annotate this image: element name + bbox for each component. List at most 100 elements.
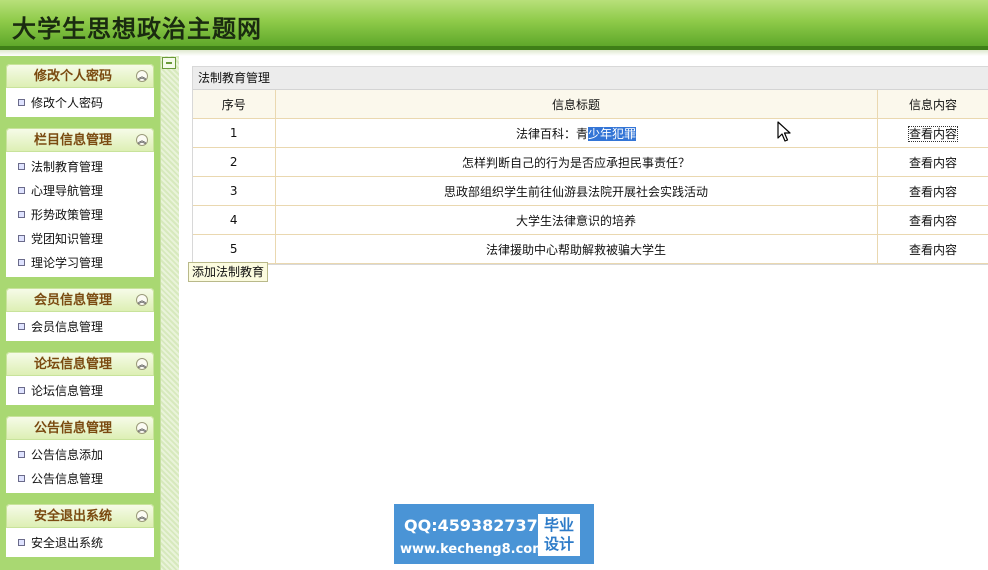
watermark-qq: QQ:459382737 (404, 516, 538, 535)
watermark-badge: 毕业 设计 (538, 514, 580, 556)
site-title: 大学生思想政治主题网 (12, 14, 262, 43)
sidebar-item-label: 理论学习管理 (31, 256, 104, 270)
view-content-link[interactable]: 查看内容 (909, 214, 957, 228)
menu-group-header[interactable]: 论坛信息管理 ︽ (6, 352, 154, 376)
menu-group-title: 论坛信息管理 (33, 357, 112, 372)
view-content-link[interactable]: 查看内容 (909, 156, 957, 170)
bullet-icon (18, 475, 25, 482)
collapse-sidebar-icon[interactable] (162, 57, 176, 69)
bullet-icon (18, 539, 25, 546)
view-content-link[interactable]: 查看内容 (907, 125, 959, 142)
menu-group-title: 安全退出系统 (33, 509, 112, 524)
info-table: 序号 信息标题 信息内容 1 法律百科：青少年犯罪 查看内容 2 怎样判断自己的… (193, 90, 988, 264)
row-title: 大学生法律意识的培养 (275, 205, 878, 235)
sidebar-item-manage-announcements[interactable]: 公告信息管理 (6, 467, 154, 491)
bullet-icon (18, 99, 25, 106)
sidebar-item-label: 党团知识管理 (31, 232, 104, 246)
bullet-icon (18, 235, 25, 242)
menu-group-title: 栏目信息管理 (33, 133, 112, 148)
collapse-icon[interactable]: ︽ (136, 358, 148, 370)
menu-group-header[interactable]: 会员信息管理 ︽ (6, 288, 154, 312)
sidebar-item-party-knowledge[interactable]: 党团知识管理 (6, 227, 154, 251)
bullet-icon (18, 211, 25, 218)
sidebar-item-psychology[interactable]: 心理导航管理 (6, 179, 154, 203)
row-index: 1 (193, 118, 276, 148)
sidebar-item-logout[interactable]: 安全退出系统 (6, 531, 154, 555)
sidebar-item-forum[interactable]: 论坛信息管理 (6, 379, 154, 403)
bullet-icon (18, 187, 25, 194)
column-header-title: 信息标题 (275, 90, 878, 119)
row-action: 查看内容 (877, 205, 988, 235)
view-content-link[interactable]: 查看内容 (909, 185, 957, 199)
row-index: 5 (193, 234, 276, 264)
menu-group-header[interactable]: 公告信息管理 ︽ (6, 416, 154, 440)
menu-group-title: 公告信息管理 (33, 421, 112, 436)
table-header-row: 序号 信息标题 信息内容 (193, 90, 988, 119)
column-header-content: 信息内容 (877, 90, 988, 119)
view-content-link[interactable]: 查看内容 (909, 243, 957, 257)
row-title: 思政部组织学生前往仙游县法院开展社会实践活动 (275, 176, 878, 206)
header-bar: 大学生思想政治主题网 (0, 0, 988, 50)
sidebar-item-label: 法制教育管理 (31, 160, 104, 174)
table-row: 1 法律百科：青少年犯罪 查看内容 (193, 118, 988, 148)
row-index: 2 (193, 147, 276, 177)
collapse-icon[interactable]: ︽ (136, 70, 148, 82)
menu-group-title: 会员信息管理 (33, 293, 112, 308)
sidebar-item-change-password[interactable]: 修改个人密码 (6, 91, 154, 115)
bullet-icon (18, 323, 25, 330)
row-index: 4 (193, 205, 276, 235)
collapse-icon[interactable]: ︽ (136, 294, 148, 306)
mouse-pointer-icon (777, 121, 791, 142)
menu-group-members: 会员信息管理 ︽ 会员信息管理 (6, 288, 154, 341)
collapse-icon[interactable]: ︽ (136, 134, 148, 146)
row-action: 查看内容 (877, 147, 988, 177)
sidebar-item-label: 论坛信息管理 (31, 384, 104, 398)
table-row: 4 大学生法律意识的培养 查看内容 (193, 205, 988, 235)
panel-title: 法制教育管理 (193, 67, 988, 90)
sidebar-item-theory-study[interactable]: 理论学习管理 (6, 251, 154, 275)
sidebar-item-legal-education[interactable]: 法制教育管理 (6, 155, 154, 179)
row-index: 3 (193, 176, 276, 206)
sidebar-splitter[interactable] (160, 56, 179, 570)
bullet-icon (18, 163, 25, 170)
sidebar-item-add-announcement[interactable]: 公告信息添加 (6, 443, 154, 467)
menu-group-logout: 安全退出系统 ︽ 安全退出系统 (6, 504, 154, 557)
sidebar-item-label: 会员信息管理 (31, 320, 104, 334)
sidebar-item-members[interactable]: 会员信息管理 (6, 315, 154, 339)
sidebar-item-label: 公告信息添加 (31, 448, 104, 462)
row-title: 法律援助中心帮助解救被骗大学生 (275, 234, 878, 264)
row-action: 查看内容 (877, 176, 988, 206)
menu-group-header[interactable]: 修改个人密码 ︽ (6, 64, 154, 88)
bullet-icon (18, 451, 25, 458)
row-action: 查看内容 (877, 118, 988, 148)
bullet-icon (18, 387, 25, 394)
watermark-url: www.kecheng8.com (400, 542, 546, 557)
legal-education-panel: 法制教育管理 序号 信息标题 信息内容 1 法律百科：青少年犯罪 查看内容 2 … (192, 66, 988, 265)
menu-group-column-info: 栏目信息管理 ︽ 法制教育管理 心理导航管理 形势政策管理 党团知识管理 理论学… (6, 128, 154, 277)
selected-text: 少年犯罪 (588, 126, 637, 141)
bullet-icon (18, 259, 25, 266)
menu-group-header[interactable]: 安全退出系统 ︽ (6, 504, 154, 528)
row-title: 怎样判断自己的行为是否应承担民事责任？ (275, 147, 878, 177)
sidebar-item-label: 公告信息管理 (31, 472, 104, 486)
table-row: 2 怎样判断自己的行为是否应承担民事责任？ 查看内容 (193, 147, 988, 177)
collapse-icon[interactable]: ︽ (136, 422, 148, 434)
sidebar-item-label: 心理导航管理 (31, 184, 104, 198)
menu-group-header[interactable]: 栏目信息管理 ︽ (6, 128, 154, 152)
collapse-icon[interactable]: ︽ (136, 510, 148, 522)
row-action: 查看内容 (877, 234, 988, 264)
row-title-text: 法律百科：青 (515, 126, 588, 141)
add-legal-education-button[interactable]: 添加法制教育 (188, 262, 268, 282)
sidebar: 修改个人密码 ︽ 修改个人密码 栏目信息管理 ︽ 法制教育管理 心理导航管理 形… (0, 56, 160, 570)
menu-group-title: 修改个人密码 (33, 69, 112, 84)
sidebar-item-policy[interactable]: 形势政策管理 (6, 203, 154, 227)
watermark-banner: QQ:459382737 www.kecheng8.com 毕业 设计 (394, 504, 594, 564)
sidebar-item-label: 修改个人密码 (31, 96, 104, 110)
sidebar-item-label: 安全退出系统 (31, 536, 104, 550)
table-row: 3 思政部组织学生前往仙游县法院开展社会实践活动 查看内容 (193, 176, 988, 206)
menu-group-password: 修改个人密码 ︽ 修改个人密码 (6, 64, 154, 117)
column-header-index: 序号 (193, 90, 276, 119)
menu-group-forum: 论坛信息管理 ︽ 论坛信息管理 (6, 352, 154, 405)
table-row: 5 法律援助中心帮助解救被骗大学生 查看内容 (193, 234, 988, 264)
menu-group-announcements: 公告信息管理 ︽ 公告信息添加 公告信息管理 (6, 416, 154, 493)
